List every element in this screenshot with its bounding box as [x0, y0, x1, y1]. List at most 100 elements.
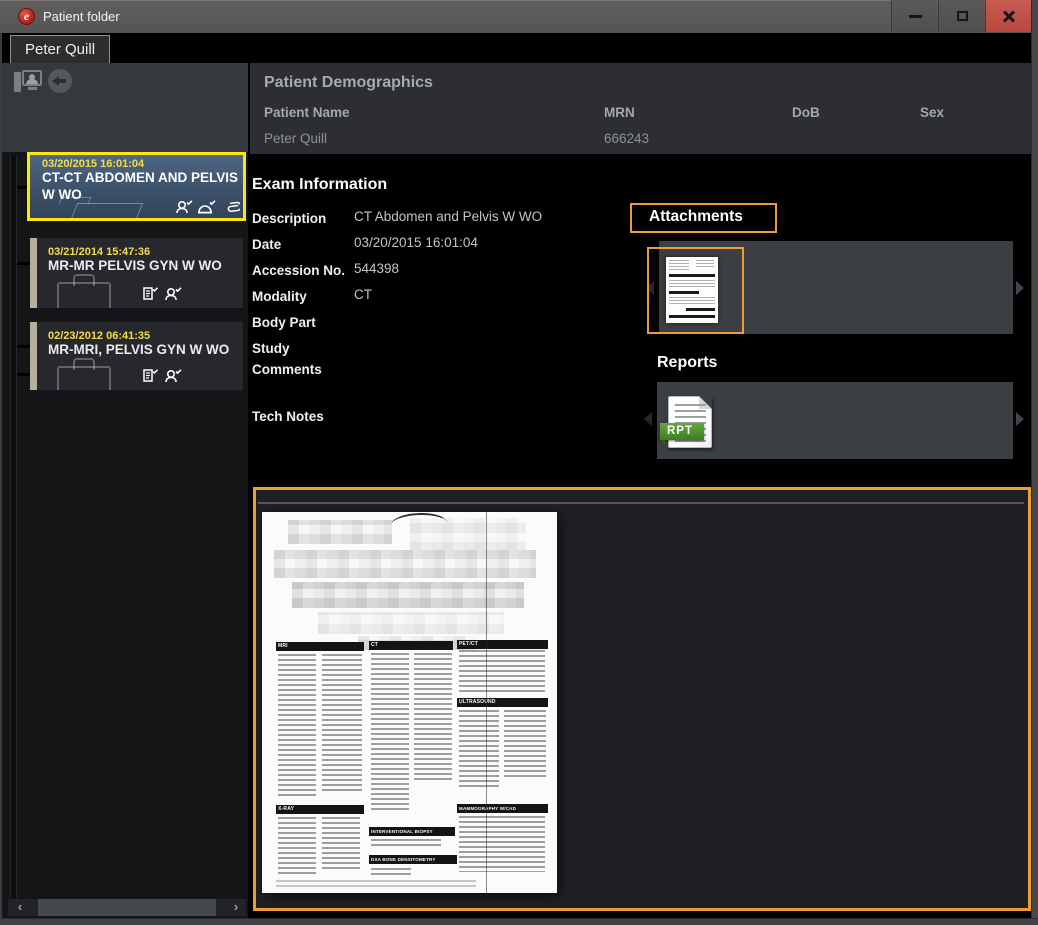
study-date: 02/23/2012 06:41:35 — [48, 330, 238, 342]
study-title: MR-MR PELVIS GYN W WO — [48, 258, 238, 275]
window-border — [0, 918, 1038, 925]
titlebar: e Patient folder — [0, 0, 1031, 33]
exam-information-title: Exam Information — [252, 176, 387, 194]
attachment-paperclip-icon — [226, 198, 244, 214]
study-card-mr-pelvis-2014[interactable]: 03/21/2014 15:47:36 MR-MR PELVIS GYN W W… — [30, 238, 243, 308]
approved-person-icon — [164, 368, 182, 384]
study-card-mri-pelvis-2012[interactable]: 02/23/2012 06:41:35 MR-MRI, PELVIS GYN W… — [30, 322, 243, 390]
value-date: 03/20/2015 16:01:04 — [354, 235, 478, 250]
approved-person-icon — [164, 286, 182, 302]
form-fine-print — [276, 880, 476, 888]
briefcase-icon — [57, 366, 113, 390]
preview-divider — [258, 502, 1024, 504]
form-section-interventional-biopsy: INTERVENTIONAL BIOPSY — [369, 827, 455, 836]
value-patient-name: Peter Quill — [264, 131, 327, 146]
report-check-icon — [142, 286, 160, 302]
study-title: MR-MRI, PELVIS GYN W WO — [48, 342, 238, 359]
page-fold-line — [486, 512, 487, 893]
back-arrow-icon[interactable] — [48, 69, 72, 93]
report-check-icon — [142, 368, 160, 384]
redacted-mosaic — [274, 550, 536, 578]
col-sex: Sex — [920, 105, 944, 120]
form-section-mammography: MAMMOGRAPHY W/CAD — [457, 804, 548, 813]
form-text — [322, 654, 362, 792]
patient-folder-icon[interactable] — [14, 70, 42, 94]
value-modality: CT — [354, 287, 372, 302]
col-dob: DoB — [792, 105, 820, 120]
app-logo-icon: e — [18, 8, 35, 25]
form-text — [459, 816, 545, 872]
attachment-thumbnail-image — [666, 257, 718, 323]
form-section-ct: CT — [369, 641, 453, 650]
scanned-order-form: MRI CT PET/CT ULTRASOUND X-RAY INTERVENT… — [262, 512, 557, 893]
strip-scroll-left-icon[interactable] — [644, 412, 652, 426]
patient-folder-window: e Patient folder Peter Quill 03/20/2015 … — [0, 0, 1038, 925]
form-text — [371, 839, 441, 849]
form-text — [459, 650, 545, 694]
form-text — [371, 868, 411, 876]
strip-scroll-right-icon[interactable] — [1016, 412, 1024, 426]
attachments-title: Attachments — [649, 208, 775, 226]
maximize-button[interactable] — [938, 0, 984, 32]
window-title: Patient folder — [43, 0, 120, 33]
study-date: 03/21/2014 15:47:36 — [48, 246, 238, 258]
timeline-tick — [17, 345, 30, 348]
close-icon — [1002, 9, 1016, 23]
form-text — [414, 653, 452, 781]
value-description: CT Abdomen and Pelvis W WO — [354, 209, 542, 224]
col-patient-name: Patient Name — [264, 105, 350, 120]
label-date: Date — [252, 235, 354, 256]
close-button[interactable] — [985, 0, 1031, 32]
form-text — [504, 710, 546, 780]
form-text — [278, 817, 316, 877]
form-section-petct: PET/CT — [457, 640, 548, 649]
attachments-header-highlight: Attachments — [630, 203, 777, 233]
tab-strip: Peter Quill — [0, 33, 1031, 63]
label-tech-notes: Tech Notes — [252, 407, 354, 428]
timeline-track — [10, 155, 17, 898]
scrollbar-thumb[interactable] — [38, 899, 216, 916]
scroll-right-icon[interactable]: › — [226, 899, 246, 916]
form-text — [278, 654, 316, 798]
form-text — [459, 710, 499, 790]
approved-person-icon — [175, 199, 193, 215]
label-modality: Modality — [252, 287, 354, 308]
redacted-mosaic — [288, 520, 392, 544]
maximize-icon — [957, 11, 968, 21]
label-accession: Accession No. — [252, 261, 354, 282]
rpt-badge: RPT — [660, 423, 704, 440]
form-section-ultrasound: ULTRASOUND — [457, 698, 548, 707]
report-rpt-icon[interactable]: RPT — [664, 396, 716, 450]
study-date: 03/20/2015 16:01:04 — [42, 158, 242, 170]
briefcase-icon — [57, 282, 113, 308]
attachment-preview-panel: MRI CT PET/CT ULTRASOUND X-RAY INTERVENT… — [253, 487, 1031, 911]
patient-demographics-panel: Patient Demographics Patient Name MRN Do… — [250, 63, 1031, 154]
label-study-comments: Study Comments — [252, 339, 354, 381]
dictation-icon — [197, 199, 215, 215]
label-body-part: Body Part — [252, 313, 354, 334]
redacted-mosaic — [318, 612, 504, 634]
strip-scroll-right-icon[interactable] — [1016, 281, 1024, 295]
redacted-mosaic — [410, 518, 526, 552]
minimize-button[interactable] — [891, 0, 937, 32]
timeline-tick — [17, 373, 30, 376]
study-card-ct-abdomen[interactable]: 03/20/2015 16:01:04 CT-CT ABDOMEN AND PE… — [27, 152, 246, 221]
window-border — [0, 33, 2, 925]
col-mrn: MRN — [604, 105, 635, 120]
scroll-left-icon[interactable]: ‹ — [10, 899, 30, 916]
attachment-thumbnail[interactable] — [647, 247, 744, 334]
form-section-xray: X-RAY — [276, 805, 364, 814]
timeline-tick — [17, 262, 30, 265]
window-border — [1031, 0, 1038, 925]
redacted-mosaic — [292, 582, 524, 608]
reports-title: Reports — [657, 354, 717, 372]
horizontal-scrollbar[interactable]: ‹ › — [8, 899, 246, 916]
report-page-icon — [668, 396, 712, 448]
minimize-icon — [909, 15, 922, 18]
label-description: Description — [252, 209, 354, 230]
tab-peter-quill[interactable]: Peter Quill — [10, 35, 110, 63]
form-section-dxa: DXA BONE DENSITOMETRY — [369, 855, 457, 864]
demographics-title: Patient Demographics — [264, 74, 433, 92]
form-section-mri: MRI — [276, 642, 364, 651]
value-accession: 544398 — [354, 261, 399, 276]
